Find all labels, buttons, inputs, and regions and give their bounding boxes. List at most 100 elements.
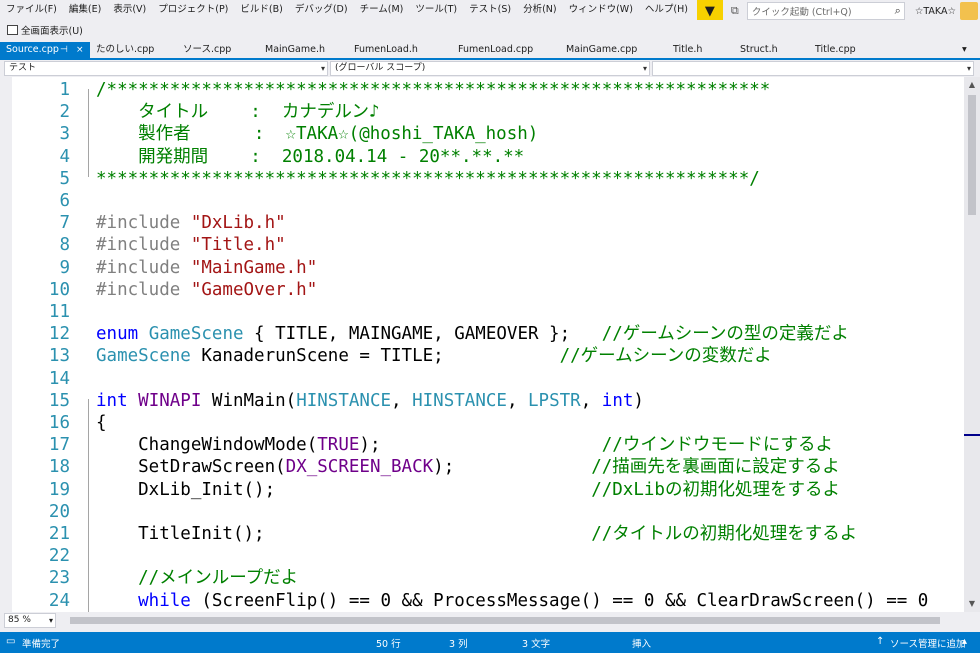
- code-line[interactable]: 7 #include "DxLib.h": [0, 212, 964, 234]
- chevron-up-icon[interactable]: ▴: [962, 636, 967, 647]
- menu-item[interactable]: 編集(E): [63, 0, 107, 20]
- fullscreen-icon: [7, 25, 18, 35]
- code-line[interactable]: 2 タイトル : カナデルン♪: [0, 101, 964, 123]
- code-line[interactable]: 19 DxLib_Init(); //DxLibの初期化処理をするよ: [0, 479, 964, 501]
- zoom-dropdown[interactable]: 85 % ▾: [4, 613, 56, 628]
- pin-icon[interactable]: ⊣: [60, 42, 68, 58]
- line-number: 16: [48, 413, 70, 433]
- menu-item[interactable]: ファイル(F): [0, 0, 63, 20]
- code-line[interactable]: 11: [0, 301, 964, 323]
- avatar[interactable]: [960, 2, 978, 20]
- tab-maingame-cpp[interactable]: MainGame.cpp: [566, 42, 637, 58]
- code-line[interactable]: 16 {: [0, 412, 964, 434]
- code-line[interactable]: 1 /**************************************…: [0, 79, 964, 101]
- line-code: 製作者 : ☆TAKA☆(@hoshi_TAKA_hosh): [96, 123, 538, 145]
- code-token: HINSTANCE: [296, 390, 392, 411]
- tab-overflow-dropdown[interactable]: ▾: [962, 42, 967, 58]
- line-number: 9: [59, 257, 70, 278]
- menu-item[interactable]: テスト(S): [463, 0, 517, 20]
- code-line[interactable]: 3 製作者 : ☆TAKA☆(@hoshi_TAKA_hosh): [0, 123, 964, 145]
- tab-maingame-h[interactable]: MainGame.h: [265, 42, 325, 58]
- horizontal-scrollbar-thumb[interactable]: [70, 617, 940, 624]
- code-token: int: [96, 390, 139, 411]
- scope-dropdown[interactable]: (グローバル スコープ) ▾: [330, 61, 650, 76]
- chevron-down-icon: ▾: [642, 64, 647, 73]
- horizontal-scrollbar[interactable]: [64, 615, 960, 625]
- menu-item[interactable]: プロジェクト(P): [152, 0, 234, 20]
- code-editor[interactable]: 1 /**************************************…: [0, 77, 964, 612]
- code-line[interactable]: 15 int WINAPI WinMain(HINSTANCE, HINSTANC…: [0, 390, 964, 412]
- code-token: DX_SCREEN_BACK: [285, 457, 434, 478]
- code-line[interactable]: 14: [0, 368, 964, 390]
- code-line[interactable]: 5 ***************************************…: [0, 168, 964, 190]
- code-token: "Title.h": [190, 235, 286, 256]
- scroll-up-icon[interactable]: ▲: [964, 77, 980, 93]
- code-line[interactable]: 8 #include "Title.h": [0, 234, 964, 256]
- code-line[interactable]: 17 ChangeWindowMode(TRUE); //ウインドウモードにする…: [0, 434, 964, 456]
- code-line[interactable]: 10 #include "GameOver.h": [0, 279, 964, 301]
- tab-tanoshii-cpp[interactable]: たのしい.cpp: [96, 42, 154, 58]
- quick-launch-input[interactable]: クイック起動 (Ctrl+Q) ⌕: [746, 2, 905, 20]
- code-line[interactable]: 13 GameScene KanaderunScene = TITLE; //ゲー…: [0, 345, 964, 367]
- tab-source-jp-cpp[interactable]: ソース.cpp: [183, 42, 231, 58]
- tab-fumenload-h[interactable]: FumenLoad.h: [354, 42, 418, 58]
- line-number: 22: [48, 546, 70, 567]
- tab-fumenload-cpp[interactable]: FumenLoad.cpp: [458, 42, 533, 58]
- line-code: /***************************************…: [96, 79, 770, 101]
- code-token: /***************************************…: [96, 80, 771, 100]
- close-icon[interactable]: ×: [76, 42, 84, 58]
- project-dropdown[interactable]: テスト ▾: [4, 61, 328, 76]
- live-share-icon[interactable]: ⧉: [723, 4, 747, 18]
- line-code: int WINAPI WinMain(HINSTANCE, HINSTANCE,…: [96, 390, 644, 412]
- arrow-up-icon: ↑: [876, 636, 885, 647]
- tab-struct-h[interactable]: Struct.h: [740, 42, 778, 58]
- tab-label: MainGame.cpp: [566, 44, 638, 55]
- source-control-button[interactable]: ソース管理に追加: [890, 636, 966, 650]
- fullscreen-button[interactable]: 全画面表示(U): [4, 21, 86, 39]
- code-token: ChangeWindowMode(: [96, 435, 318, 456]
- scrollbar-thumb[interactable]: [968, 95, 976, 215]
- code-line[interactable]: 12 enum GameScene { TITLE, MAINGAME, GAME…: [0, 323, 964, 345]
- scroll-down-icon[interactable]: ▼: [964, 596, 980, 612]
- tab-title-h[interactable]: Title.h: [673, 42, 702, 58]
- line-number: 4: [59, 146, 70, 167]
- line-code: //メインループだよ: [96, 567, 298, 589]
- vertical-scrollbar[interactable]: ▲ ▼: [964, 77, 980, 612]
- menu-item[interactable]: ヘルプ(H): [639, 0, 694, 20]
- menu-item[interactable]: 表示(V): [107, 0, 152, 20]
- user-name[interactable]: ☆TAKA☆: [905, 6, 960, 17]
- menu-item[interactable]: ツール(T): [409, 0, 463, 20]
- code-line[interactable]: 18 SetDrawScreen(DX_SCREEN_BACK); //描画先を…: [0, 456, 964, 478]
- code-line[interactable]: 6: [0, 190, 964, 212]
- code-line[interactable]: 20: [0, 501, 964, 523]
- code-line[interactable]: 4 開発期間 : 2018.04.14 - 20**.**.**: [0, 146, 964, 168]
- chevron-down-icon: ▾: [48, 616, 53, 625]
- code-token: #include: [96, 213, 191, 234]
- code-line[interactable]: 24 while (ScreenFlip() == 0 && ProcessMe…: [0, 590, 964, 612]
- line-code: SetDrawScreen(DX_SCREEN_BACK); //描画先を裏画面…: [96, 456, 840, 478]
- line-code: #include "MainGame.h": [96, 257, 317, 279]
- menu-item[interactable]: デバッグ(D): [289, 0, 354, 20]
- code-token: );: [359, 435, 602, 456]
- code-line[interactable]: 23 //メインループだよ: [0, 567, 964, 589]
- menu-item[interactable]: ウィンドウ(W): [563, 0, 639, 20]
- tab-source-cpp[interactable]: Source.cpp ⊣ ×: [0, 42, 90, 58]
- feedback-filter-icon[interactable]: ▼: [696, 0, 723, 22]
- tab-title-cpp[interactable]: Title.cpp: [815, 42, 856, 58]
- member-dropdown[interactable]: ▾: [652, 61, 974, 76]
- code-token: ,: [391, 390, 413, 411]
- menu-item[interactable]: ビルド(B): [234, 0, 288, 20]
- line-number: 13: [48, 346, 70, 367]
- code-line[interactable]: 22: [0, 545, 964, 567]
- line-code: #include "DxLib.h": [96, 212, 286, 234]
- line-number: 11: [48, 302, 70, 322]
- code-token: enum: [96, 324, 149, 345]
- code-line[interactable]: 21 TitleInit(); //タイトルの初期化処理をするよ: [0, 523, 964, 545]
- status-state: 準備完了: [22, 639, 61, 650]
- status-column: 3 列: [449, 639, 468, 650]
- title-bar-right: ▼ ⧉ クイック起動 (Ctrl+Q) ⌕ ☆TAKA☆: [696, 0, 980, 22]
- menu-item[interactable]: チーム(M): [354, 0, 410, 20]
- code-line[interactable]: 9 #include "MainGame.h": [0, 257, 964, 279]
- code-token: ,: [580, 390, 602, 411]
- menu-item[interactable]: 分析(N): [517, 0, 563, 20]
